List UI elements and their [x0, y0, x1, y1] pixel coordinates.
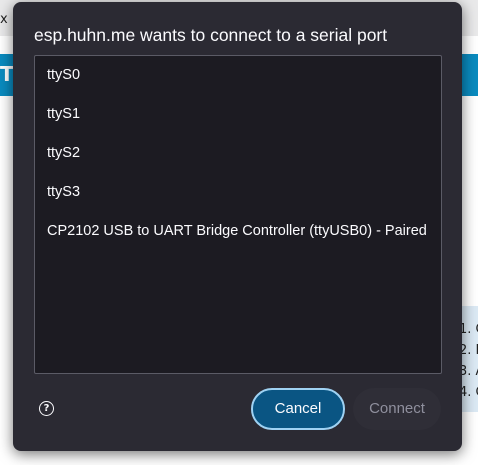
- site-header-title-fragment: T: [0, 62, 14, 86]
- cancel-button[interactable]: Cancel: [251, 388, 345, 430]
- port-item-ttyUSB0[interactable]: CP2102 USB to UART Bridge Controller (tt…: [47, 223, 427, 239]
- dialog-title: esp.huhn.me wants to connect to a serial…: [34, 25, 388, 45]
- port-item-ttyS0[interactable]: ttyS0: [47, 67, 80, 83]
- port-item-ttyS3[interactable]: ttyS3: [47, 184, 80, 200]
- port-list[interactable]: ttyS0 ttyS1 ttyS2 ttyS3 CP2102 USB to UA…: [34, 55, 442, 374]
- connect-button[interactable]: Connect: [353, 388, 441, 430]
- help-icon[interactable]: ?: [39, 401, 54, 416]
- port-item-ttyS1[interactable]: ttyS1: [47, 106, 80, 122]
- serial-port-dialog: esp.huhn.me wants to connect to a serial…: [13, 2, 462, 451]
- port-item-ttyS2[interactable]: ttyS2: [47, 145, 80, 161]
- tab-close-fragment[interactable]: x: [0, 12, 8, 27]
